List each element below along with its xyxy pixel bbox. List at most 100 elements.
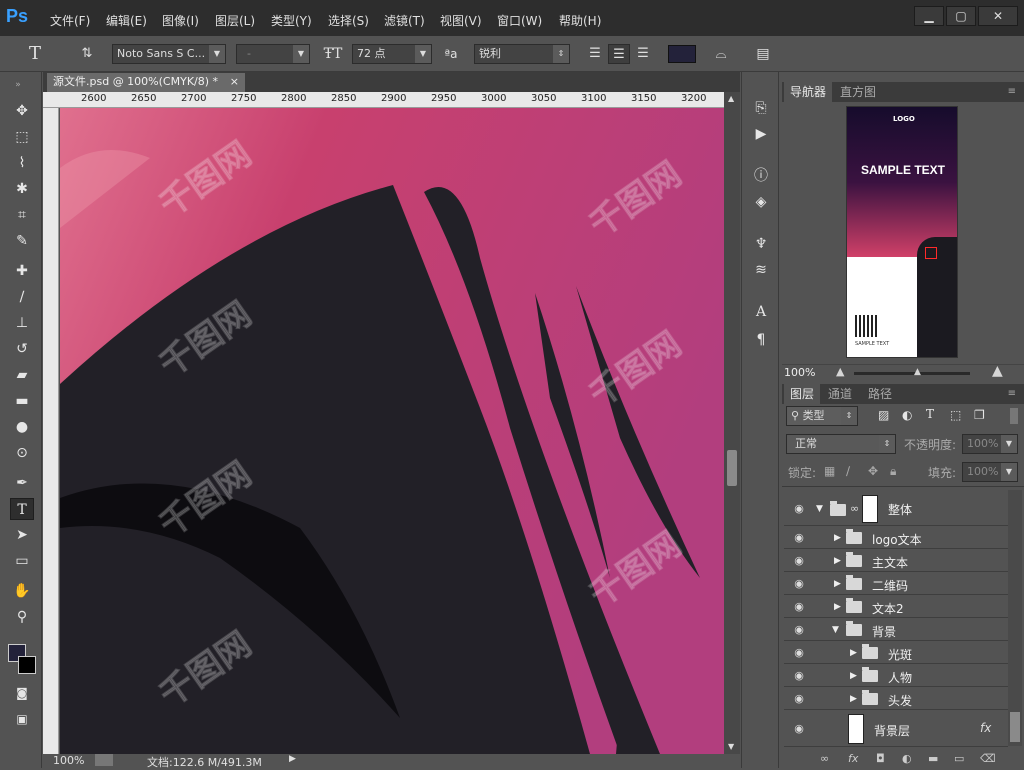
collapse-icon[interactable]: »: [6, 74, 30, 96]
layer-row[interactable]: ◉ ▶ 头发: [784, 688, 1008, 710]
brush-tool-icon[interactable]: ∕: [10, 286, 34, 308]
minimize-button[interactable]: ▁: [914, 6, 944, 26]
layer-row[interactable]: ◉ 背景层 fx: [784, 711, 1008, 747]
vertical-ruler[interactable]: [43, 108, 59, 754]
blend-mode-select[interactable]: 正常 ⇕: [786, 434, 896, 454]
menu-filter[interactable]: 滤镜(T): [384, 12, 425, 29]
visibility-eye-icon[interactable]: ◉: [792, 577, 806, 591]
chevron-right-icon[interactable]: ▶: [850, 670, 860, 682]
zoom-tool-icon[interactable]: ⚲: [10, 606, 34, 628]
tab-channels[interactable]: 通道: [822, 384, 858, 404]
filter-shape-icon[interactable]: ⬚: [950, 408, 961, 422]
panel-menu-icon[interactable]: ≡: [1002, 82, 1022, 102]
chevron-right-icon[interactable]: ▶: [834, 555, 844, 567]
filter-toggle[interactable]: [1010, 408, 1018, 424]
tab-navigator[interactable]: 导航器: [784, 82, 833, 102]
chevron-right-icon[interactable]: ▶: [850, 693, 860, 705]
layer-filter-select[interactable]: ⚲ 类型 ⇕: [786, 406, 858, 426]
visibility-eye-icon[interactable]: ◉: [792, 600, 806, 614]
close-tab-icon[interactable]: ×: [230, 73, 239, 91]
brush-presets-icon[interactable]: ♆: [751, 234, 771, 254]
layer-mask-thumbnail[interactable]: [862, 495, 878, 523]
layer-row[interactable]: ◉ ▶ logo文本: [784, 527, 1008, 549]
layer-row[interactable]: ◉ ▼ ∞ 整体: [784, 492, 1008, 526]
move-tool-icon[interactable]: ✥: [10, 100, 34, 122]
type-tool-preset-icon[interactable]: T: [24, 44, 46, 64]
menu-help[interactable]: 帮助(H): [559, 12, 601, 29]
hand-tool-icon[interactable]: ✋: [10, 580, 34, 602]
character-panel-icon[interactable]: ▤: [752, 44, 774, 64]
chevron-right-icon[interactable]: ▶: [834, 601, 844, 613]
menu-file[interactable]: 文件(F): [50, 12, 90, 29]
marquee-tool-icon[interactable]: ⬚: [10, 126, 34, 148]
tab-paths[interactable]: 路径: [862, 384, 898, 404]
maximize-button[interactable]: ▢: [946, 6, 976, 26]
healing-brush-tool-icon[interactable]: ✚: [10, 260, 34, 282]
eraser-tool-icon[interactable]: ▰: [10, 364, 34, 386]
document-tab[interactable]: 源文件.psd @ 100%(CMYK/8) * ×: [47, 73, 245, 92]
lock-all-icon[interactable]: 🔒︎: [890, 464, 896, 479]
warp-text-icon[interactable]: ⌓: [710, 44, 732, 64]
rectangle-tool-icon[interactable]: ▭: [10, 550, 34, 572]
type-tool-icon[interactable]: T: [10, 498, 34, 520]
align-center-icon[interactable]: ☰: [608, 44, 630, 64]
layers-scrollbar[interactable]: [1008, 490, 1022, 746]
panel-menu-icon[interactable]: ≡: [1002, 384, 1022, 404]
visibility-eye-icon[interactable]: ◉: [792, 646, 806, 660]
scroll-up-icon[interactable]: ▲: [728, 94, 734, 103]
character-icon[interactable]: A: [751, 302, 771, 322]
filter-pixel-icon[interactable]: ▨: [878, 408, 889, 422]
visibility-eye-icon[interactable]: ◉: [792, 669, 806, 683]
layer-row[interactable]: ◉ ▼ 背景: [784, 619, 1008, 641]
menu-window[interactable]: 窗口(W): [497, 12, 542, 29]
layer-row[interactable]: ◉ ▶ 人物: [784, 665, 1008, 687]
gradient-tool-icon[interactable]: ▬: [10, 390, 34, 412]
delete-layer-icon[interactable]: ⌫: [980, 752, 996, 765]
pen-tool-icon[interactable]: ✒: [10, 472, 34, 494]
scroll-down-icon[interactable]: ▼: [728, 742, 734, 751]
scroll-thumb[interactable]: [727, 450, 737, 486]
navigator-thumbnail[interactable]: LOGO SAMPLE TEXT SAMPLE TEXT: [846, 106, 958, 358]
chevron-down-icon[interactable]: ▼: [832, 624, 842, 636]
eyedropper-tool-icon[interactable]: ✎: [10, 230, 34, 252]
view-rectangle[interactable]: [925, 247, 937, 259]
align-left-icon[interactable]: ☰: [584, 44, 606, 64]
visibility-eye-icon[interactable]: ◉: [792, 531, 806, 545]
visibility-eye-icon[interactable]: ◉: [792, 502, 806, 516]
history-brush-tool-icon[interactable]: ↺: [10, 338, 34, 360]
menu-image[interactable]: 图像(I): [162, 12, 199, 29]
actions-play-icon[interactable]: ▶: [751, 124, 771, 144]
adjustment-layer-icon[interactable]: ◐: [902, 752, 912, 765]
menu-select[interactable]: 选择(S): [328, 12, 369, 29]
tab-histogram[interactable]: 直方图: [834, 82, 882, 102]
menu-layer[interactable]: 图层(L): [215, 12, 255, 29]
magic-wand-tool-icon[interactable]: ✱: [10, 178, 34, 200]
close-button[interactable]: ✕: [978, 6, 1018, 26]
quick-mask-icon[interactable]: ◙: [10, 682, 34, 704]
font-size-select[interactable]: 72 点 ▼: [352, 44, 432, 64]
zoom-in-icon[interactable]: ▲: [992, 363, 1003, 379]
zoom-slider[interactable]: [854, 372, 970, 375]
history-icon[interactable]: ⎘: [751, 98, 771, 118]
align-right-icon[interactable]: ☰: [632, 44, 654, 64]
crop-tool-icon[interactable]: ⌗: [10, 204, 34, 226]
zoom-level[interactable]: 100%: [53, 754, 84, 767]
link-layers-icon[interactable]: ∞: [820, 752, 829, 765]
visibility-eye-icon[interactable]: ◉: [792, 554, 806, 568]
chevron-right-icon[interactable]: ▶: [834, 578, 844, 590]
horizontal-ruler[interactable]: 2600 2650 2700 2750 2800 2850 2900 2950 3000 3050…: [43, 92, 740, 108]
properties-icon[interactable]: ◈: [751, 192, 771, 212]
fill-input[interactable]: 100% ▼: [962, 462, 1018, 482]
opacity-input[interactable]: 100% ▼: [962, 434, 1018, 454]
layer-row[interactable]: ◉ ▶ 光斑: [784, 642, 1008, 664]
filter-adjustment-icon[interactable]: ◐: [902, 408, 912, 422]
layer-row[interactable]: ◉ ▶ 主文本: [784, 550, 1008, 572]
layer-row[interactable]: ◉ ▶ 文本2: [784, 596, 1008, 618]
toggle-orientation-icon[interactable]: ⇅: [76, 44, 98, 64]
add-mask-icon[interactable]: ◘: [876, 752, 885, 765]
new-layer-icon[interactable]: ▭: [954, 752, 964, 765]
blur-tool-icon[interactable]: ●: [10, 416, 34, 438]
visibility-eye-icon[interactable]: ◉: [792, 692, 806, 706]
dodge-tool-icon[interactable]: ⊙: [10, 442, 34, 464]
tab-layers[interactable]: 图层: [784, 384, 821, 404]
